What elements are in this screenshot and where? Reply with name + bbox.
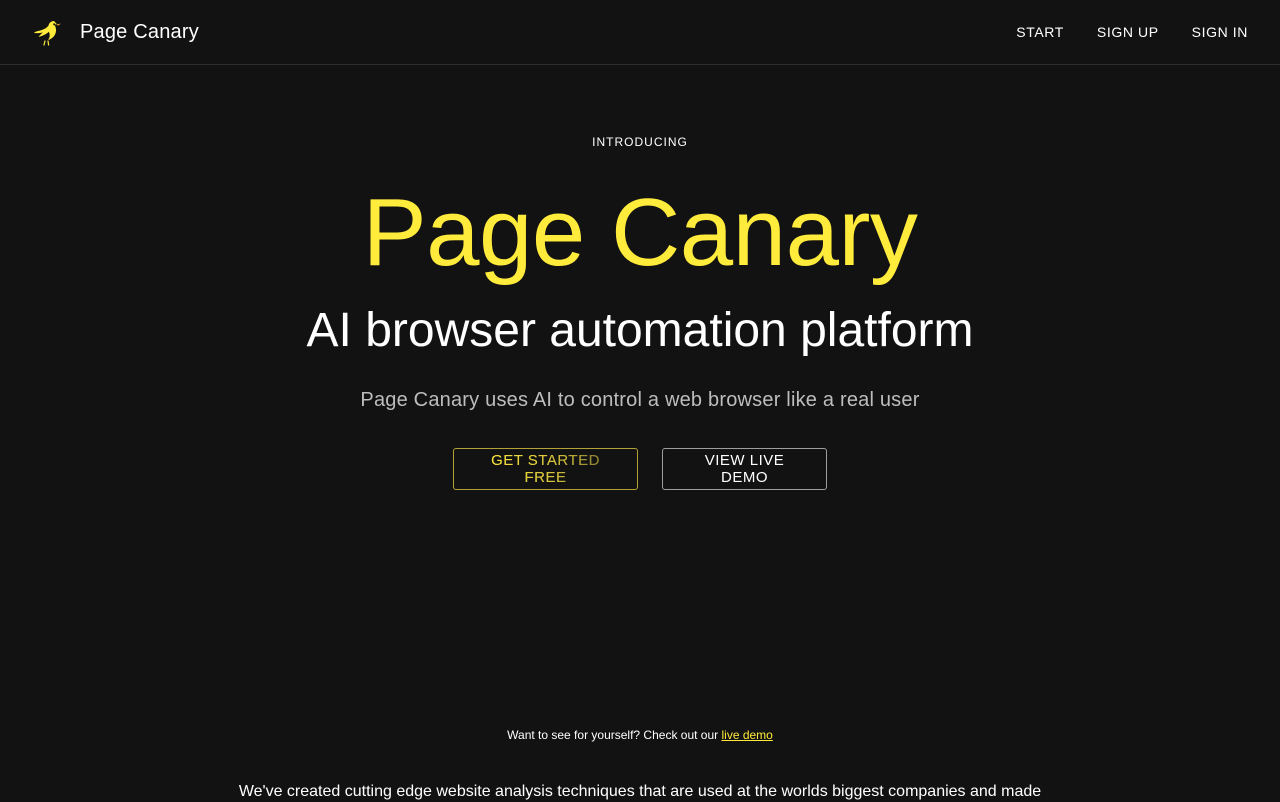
hero-overline: INTRODUCING [592,135,688,149]
hero-subtitle: AI browser automation platform [306,304,974,357]
view-live-demo-button[interactable]: VIEW LIVE DEMO [662,448,827,490]
nav-sign-in-link[interactable]: SIGN IN [1192,20,1248,44]
hero-title: Page Canary [362,179,918,286]
brand-home-link[interactable]: Page Canary [32,14,199,50]
cta-button-row: GET STARTED FREE VIEW LIVE DEMO [0,448,1280,490]
demo-note: Want to see for yourself? Check out our … [0,728,1280,742]
hero-description: Page Canary uses AI to control a web bro… [360,389,920,411]
get-started-free-button[interactable]: GET STARTED FREE [453,448,638,490]
top-app-bar: Page Canary START SIGN UP SIGN IN [0,0,1280,65]
top-nav: START SIGN UP SIGN IN [983,20,1248,44]
nav-sign-up-link[interactable]: SIGN UP [1097,20,1159,44]
nav-start-link[interactable]: START [1016,20,1064,44]
brand-name: Page Canary [80,20,199,43]
canary-bird-icon [32,16,64,48]
live-demo-link[interactable]: live demo [721,728,772,742]
demo-note-text: Want to see for yourself? Check out our [507,728,719,742]
get-started-free-label: GET STARTED FREE [475,452,616,486]
intro-paragraph: We've created cutting edge website analy… [238,783,1042,800]
